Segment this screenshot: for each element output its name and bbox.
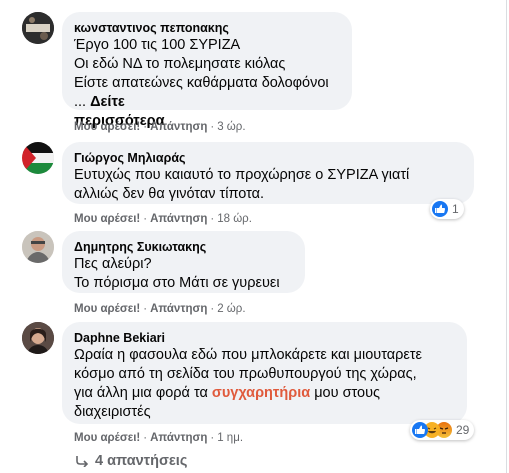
comment-bubble: Γιώργος Μηλιαράς Ευτυχώς που καιαυτό το … [62,142,474,204]
like-button[interactable]: Μου αρέσει! [74,432,140,444]
avatar[interactable] [22,12,54,44]
comment-line: για άλλη μια φορά τα συγχαρητήρια μου στ… [74,384,455,403]
comment-line: Έργο 100 τις 100 ΣΥΡΙΖΑ [74,37,241,53]
comment-line: Το πόρισμα στο Μάτι σε γυρευει [74,275,280,291]
comment-actions: Μου αρέσει! · Απάντηση · 1 ημ. [74,432,244,444]
highlighted-word: συγχαρητήρια [211,385,311,401]
reaction-count: 1 [452,202,459,216]
comment-line: Είστε απατεώνες καθάρματα δολοφόνοι ... … [74,74,340,112]
comment-actions: Μου αρέσει! · Απάντηση · 18 ώρ. [74,213,252,225]
see-more-link[interactable]: Δείτε [90,94,125,110]
comment-line: Ωραία η φασουλα εδώ που μπλοκάρετε και μ… [74,347,422,363]
comment-timestamp[interactable]: 1 ημ. [217,432,243,444]
like-reaction-icon [432,201,448,217]
reply-button[interactable]: Απάντηση [150,303,207,315]
reply-button[interactable]: Απάντηση [150,213,207,225]
comment-actions: Μου αρέσει! · Απάντηση · 2 ώρ. [74,303,246,315]
like-button[interactable]: Μου αρέσει! [74,213,140,225]
comment-author[interactable]: Δημητρης Συκιωτακης [74,239,293,255]
comment-line: Ευτυχώς που καιαυτό το προχώρησε ο ΣΥΡΙΖ… [74,167,410,183]
comment-author[interactable]: κωνσταντινος πεποnακης [74,20,340,36]
comment-actions: Μου αρέσει! · Απάντηση · 3 ώρ. [74,121,246,133]
comment-line: κόσμο από τη σελίδα του πρωθυπουργού της… [74,366,417,382]
avatar[interactable] [22,142,54,174]
avatar[interactable] [22,231,54,263]
like-button[interactable]: Μου αρέσει! [74,303,140,315]
comment-line-text: για άλλη μια φορά τα [74,385,208,401]
view-replies-link[interactable]: 4 απαντήσεις [75,453,187,469]
comment-bubble: Δημητρης Συκιωτακης Πες αλεύρι? Το πόρισ… [62,231,305,293]
panel-border [506,0,507,473]
reply-arrow-icon [75,455,89,468]
comment-timestamp[interactable]: 3 ώρ. [217,121,245,133]
comment-bubble: Daphne Bekiari Ωραία η φασουλα εδώ που μ… [62,322,467,424]
comment-author[interactable]: Γιώργος Μηλιαράς [74,150,462,166]
reaction-summary[interactable]: 29 [410,420,475,440]
comment-line: Πες αλεύρι? [74,256,152,272]
comment-timestamp[interactable]: 18 ώρ. [217,213,252,225]
reply-button[interactable]: Απάντηση [150,121,207,133]
comment-line: αλλιώς δεν θα γινόταν τίποτα. [74,186,265,202]
reply-button[interactable]: Απάντηση [150,432,207,444]
comment-line: Οι εδώ ΝΔ το πολεμησατε κιόλας [74,56,286,72]
reaction-summary[interactable]: 1 [430,199,464,219]
comment-line: διαχειριστές [74,404,151,420]
comment-author[interactable]: Daphne Bekiari [74,330,455,346]
comment-bubble: κωνσταντινος πεποnακης Έργο 100 τις 100 … [62,12,352,129]
like-reaction-icon [412,422,428,438]
like-button[interactable]: Μου αρέσει! [74,121,140,133]
reaction-count: 29 [456,423,470,437]
comment-timestamp[interactable]: 2 ώρ. [217,303,245,315]
comment-line-text: μου στους [314,385,381,401]
replies-count-label: 4 απαντήσεις [95,453,188,469]
avatar[interactable] [22,322,54,354]
